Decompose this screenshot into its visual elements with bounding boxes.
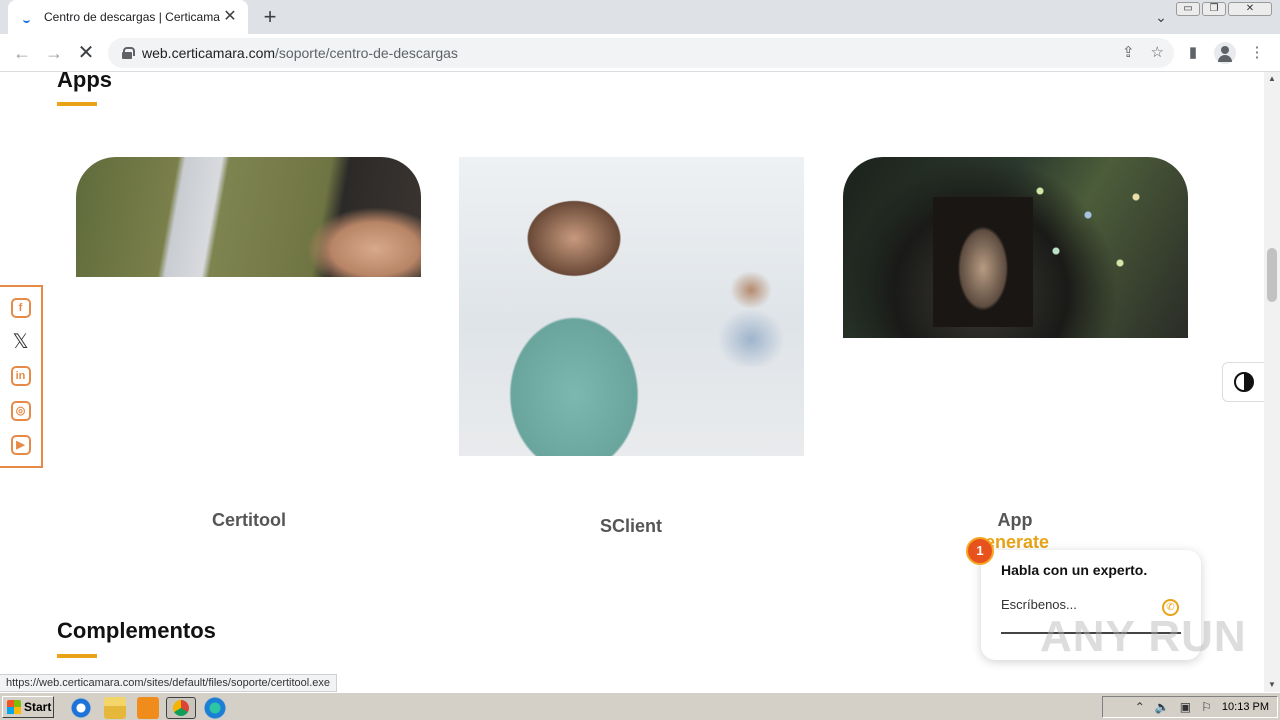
sclient-label[interactable]: SClient <box>531 516 731 537</box>
chat-message-input[interactable]: Escríbenos... <box>1001 597 1077 612</box>
tab-search-chevron-icon[interactable]: ⌄ <box>1150 6 1172 28</box>
chat-notification-badge[interactable]: 1 <box>966 537 994 565</box>
file-explorer-icon[interactable] <box>104 697 126 719</box>
contrast-icon <box>1233 372 1254 392</box>
loading-favicon-icon <box>20 9 36 25</box>
facebook-icon[interactable]: f <box>10 298 31 319</box>
anyrun-watermark: ANY RUN <box>1040 612 1247 661</box>
internet-explorer-icon[interactable] <box>70 697 92 719</box>
linkedin-icon[interactable]: in <box>10 366 31 387</box>
page-scrollbar[interactable]: ▲ ▼ <box>1264 72 1280 692</box>
start-label: Start <box>24 700 52 714</box>
instagram-icon[interactable]: ◎ <box>10 400 31 421</box>
url-text: web.certicamara.com/soporte/centro-de-de… <box>142 45 458 61</box>
url-host: web.certicamara.com <box>142 45 276 61</box>
address-bar[interactable]: web.certicamara.com/soporte/centro-de-de… <box>108 38 1174 68</box>
scroll-up-arrow-icon[interactable]: ▲ <box>1264 72 1280 86</box>
contrast-toggle-button[interactable] <box>1222 362 1264 402</box>
scroll-thumb[interactable] <box>1267 248 1277 302</box>
apps-section-title: Apps <box>57 72 112 92</box>
back-arrow-icon[interactable]: ← <box>10 41 34 65</box>
lock-icon[interactable] <box>122 47 135 59</box>
chat-title: Habla con un experto. <box>1001 562 1148 578</box>
x-twitter-icon[interactable]: 𝕏 <box>11 332 31 352</box>
stop-loading-icon[interactable]: ✕ <box>74 41 98 65</box>
certitool-image[interactable] <box>76 157 421 277</box>
browser-tab-bar: Centro de descargas | Certicamara ✕ + ⌄ … <box>0 0 1280 34</box>
profile-avatar-icon[interactable] <box>1214 42 1236 64</box>
complementos-title-underline <box>57 654 97 658</box>
windows-taskbar: Start ⌃ 🔈 ▣ ⚐ 10:13 PM <box>0 692 1280 720</box>
status-bar-url: https://web.certicamara.com/sites/defaul… <box>0 674 338 692</box>
app-label[interactable]: App <box>915 510 1115 531</box>
tab-close-icon[interactable]: ✕ <box>220 7 240 27</box>
url-path: /soporte/centro-de-descargas <box>275 45 458 61</box>
minimize-button[interactable]: ▭ <box>1176 2 1200 16</box>
forward-arrow-icon[interactable]: → <box>42 41 66 65</box>
tray-expand-icon[interactable]: ⌃ <box>1135 700 1145 714</box>
tab-title: Centro de descargas | Certicamara <box>44 10 220 24</box>
omnibox-actions: ⇪ ☆ <box>1122 43 1164 61</box>
smiling-woman <box>479 177 669 456</box>
browser-toolbar: ← → ✕ web.certicamara.com/soporte/centro… <box>0 34 1280 72</box>
restore-button[interactable]: ❐ <box>1202 2 1226 16</box>
menu-kebab-icon[interactable]: ⋮ <box>1246 41 1268 65</box>
certitool-label[interactable]: Certitool <box>149 510 349 531</box>
sclient-image[interactable] <box>459 157 804 456</box>
toolbar-right: ▮ ⋮ <box>1182 41 1268 65</box>
clock[interactable]: 10:13 PM <box>1222 701 1269 713</box>
app-generate-image[interactable] <box>843 157 1188 338</box>
youtube-icon[interactable]: ▶ <box>10 434 31 455</box>
media-player-icon[interactable] <box>137 697 159 719</box>
edge-icon[interactable] <box>204 697 226 719</box>
chrome-taskbar-icon[interactable] <box>166 697 196 719</box>
close-window-button[interactable]: ✕ <box>1228 2 1272 16</box>
social-media-bar: f 𝕏 in ◎ ▶ <box>0 285 43 468</box>
side-panel-icon[interactable]: ▮ <box>1182 41 1204 65</box>
flag-icon[interactable]: ⚐ <box>1201 700 1212 714</box>
woman-face <box>933 197 1033 327</box>
network-icon[interactable]: ▣ <box>1180 700 1191 714</box>
windows-logo-icon <box>7 700 21 714</box>
scroll-down-arrow-icon[interactable]: ▼ <box>1264 678 1280 692</box>
apps-title-underline <box>57 102 97 106</box>
start-button[interactable]: Start <box>2 696 54 718</box>
hand-with-phone <box>306 207 421 277</box>
browser-tab[interactable]: Centro de descargas | Certicamara ✕ <box>8 0 248 34</box>
background-people <box>679 257 799 367</box>
bookmark-star-icon[interactable]: ☆ <box>1151 43 1164 61</box>
new-tab-button[interactable]: + <box>258 5 282 29</box>
complementos-section-title: Complementos <box>57 618 216 643</box>
window-controls: ▭ ❐ ✕ <box>1176 2 1272 16</box>
system-tray: ⌃ 🔈 ▣ ⚐ 10:13 PM <box>1102 696 1278 718</box>
volume-icon[interactable]: 🔈 <box>1155 700 1170 714</box>
share-icon[interactable]: ⇪ <box>1122 43 1135 61</box>
